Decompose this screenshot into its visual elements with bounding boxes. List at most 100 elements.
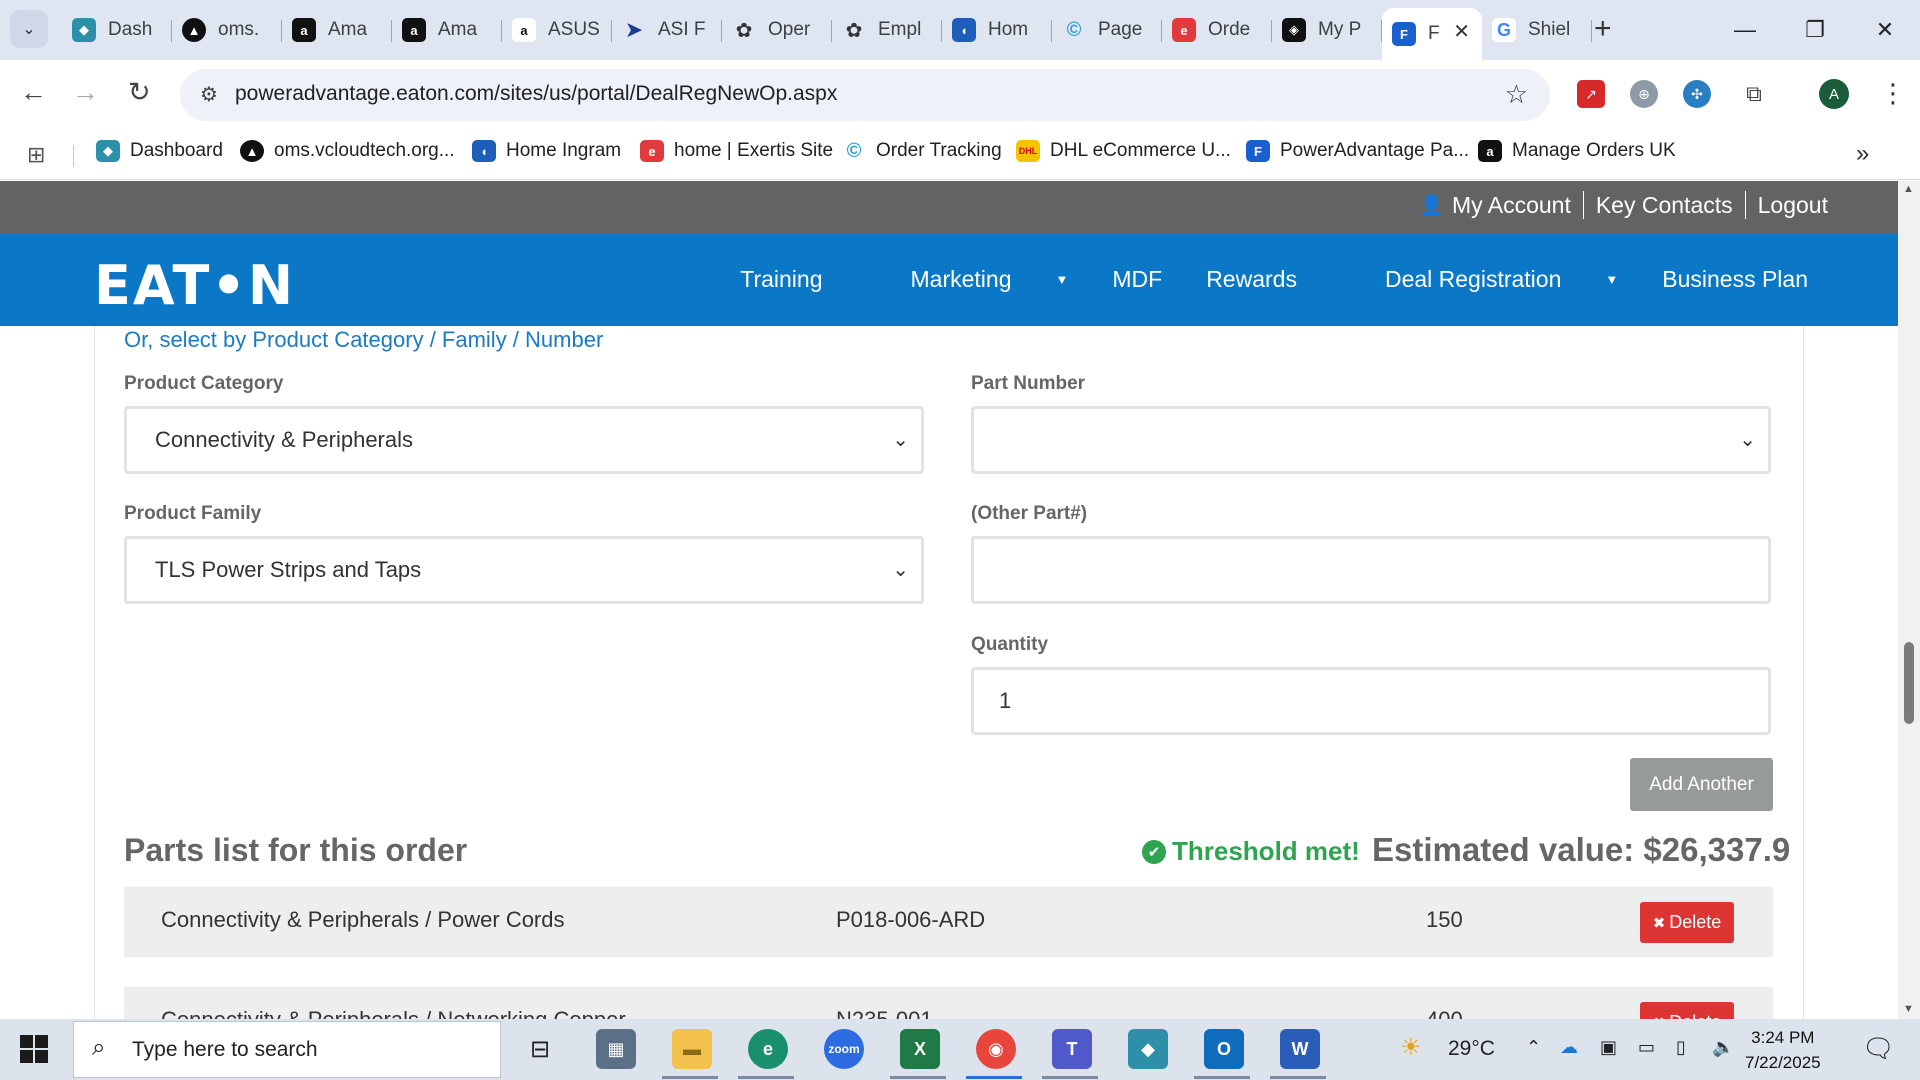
- menu-dots-icon[interactable]: ⋮: [1880, 78, 1906, 109]
- outlook-icon[interactable]: O: [1204, 1029, 1244, 1069]
- other-part-input[interactable]: [971, 536, 1771, 604]
- teams-icon[interactable]: T: [1052, 1029, 1092, 1069]
- tab-page[interactable]: © Page: [1052, 8, 1162, 52]
- chevron-down-icon: ⌄: [892, 559, 909, 581]
- tab-home-ingram[interactable]: ◖ Hom: [942, 8, 1052, 52]
- logout-link[interactable]: Logout: [1758, 192, 1828, 219]
- nav-rewards[interactable]: Rewards: [1206, 266, 1297, 293]
- tab-dashboard[interactable]: ◆ Dash: [62, 8, 172, 52]
- scroll-up-icon[interactable]: ▲: [1903, 183, 1914, 195]
- quantity-input[interactable]: 1: [971, 667, 1771, 735]
- tab-amazon-1[interactable]: a Ama: [282, 8, 392, 52]
- reload-icon[interactable]: ↻: [128, 77, 151, 108]
- chrome-icon[interactable]: ◉: [976, 1029, 1016, 1069]
- zoom-icon[interactable]: zoom: [824, 1029, 864, 1069]
- new-tab-plus-icon[interactable]: +: [1594, 12, 1612, 46]
- globe-extension-icon[interactable]: ⊕: [1630, 80, 1658, 108]
- eaton-logo[interactable]: EAT•N: [94, 254, 295, 317]
- delete-button[interactable]: ✖Delete: [1640, 902, 1734, 943]
- bookmark-exertis[interactable]: e home | Exertis Site: [640, 140, 833, 162]
- taskbar-search[interactable]: ⌕ Type here to search: [73, 1021, 501, 1078]
- nav-training[interactable]: Training: [740, 266, 822, 293]
- triangle-logo-icon: ▲: [240, 140, 264, 162]
- tab-my-p[interactable]: ◈ My P: [1272, 8, 1382, 52]
- nav-mdf[interactable]: MDF: [1112, 266, 1162, 293]
- battery-icon[interactable]: ▭: [1638, 1037, 1655, 1058]
- chevron-up-icon[interactable]: ⌃: [1526, 1037, 1541, 1058]
- temperature[interactable]: 29°C: [1448, 1037, 1495, 1061]
- divider: [1582, 191, 1584, 219]
- meet-now-icon[interactable]: ▣: [1600, 1037, 1617, 1058]
- notification-icon[interactable]: 🗨: [1862, 1033, 1895, 1064]
- tab-orders[interactable]: e Orde: [1162, 8, 1272, 52]
- tab-search-button[interactable]: ⌄: [10, 10, 48, 48]
- site-info-icon[interactable]: ⚙: [200, 82, 218, 107]
- onedrive-cloud-icon[interactable]: ☁: [1560, 1037, 1578, 1058]
- chevron-double-right-icon[interactable]: »: [1856, 140, 1869, 168]
- task-view-icon[interactable]: ⊟: [520, 1029, 560, 1069]
- tab-oms[interactable]: ▲ oms.: [172, 8, 282, 52]
- nav-business-plan[interactable]: Business Plan: [1662, 266, 1808, 293]
- my-account-link[interactable]: My Account: [1452, 192, 1571, 219]
- tab-openai-2[interactable]: ✿ Empl: [832, 8, 942, 52]
- weather-sun-icon[interactable]: ☀: [1400, 1033, 1422, 1062]
- calculator-icon[interactable]: ▦: [596, 1029, 636, 1069]
- forward-arrow-icon[interactable]: →: [72, 77, 99, 108]
- part-number-select[interactable]: ⌄: [971, 406, 1771, 474]
- close-window-icon[interactable]: ✕: [1850, 0, 1920, 60]
- windows-start-icon[interactable]: [20, 1035, 50, 1065]
- network-icon[interactable]: ▯: [1676, 1037, 1686, 1058]
- key-contacts-link[interactable]: Key Contacts: [1596, 192, 1733, 219]
- select-by-category-heading[interactable]: Or, select by Product Category / Family …: [124, 327, 603, 353]
- excel-icon[interactable]: X: [900, 1029, 940, 1069]
- bookmark-dhl[interactable]: DHL DHL eCommerce U...: [1016, 140, 1231, 162]
- scroll-down-icon[interactable]: ▼: [1903, 1003, 1914, 1015]
- amazon-icon: a: [1478, 140, 1502, 162]
- bookmark-manage-orders[interactable]: a Manage Orders UK: [1478, 140, 1676, 162]
- nav-marketing[interactable]: Marketing ▼: [867, 266, 1069, 293]
- tab-asi[interactable]: ➤ ASI F: [612, 8, 722, 52]
- quantity-value: 1: [999, 688, 1012, 713]
- restore-icon[interactable]: ❐: [1780, 0, 1850, 60]
- delete-button[interactable]: ✖Delete: [1640, 1002, 1734, 1019]
- tab-amazon-2[interactable]: a Ama: [392, 8, 502, 52]
- edge-browser-icon[interactable]: e: [748, 1029, 788, 1069]
- clock-time: 3:24 PM: [1751, 1028, 1815, 1047]
- tab-openai-1[interactable]: ✿ Oper: [722, 8, 832, 52]
- volume-icon[interactable]: 🔈: [1712, 1037, 1734, 1058]
- address-bar[interactable]: ⚙ poweradvantage.eaton.com/sites/us/port…: [180, 69, 1550, 121]
- tab-asus[interactable]: a ASUS: [502, 8, 612, 52]
- gem-app-icon[interactable]: ◆: [1128, 1029, 1168, 1069]
- minimize-icon[interactable]: —: [1710, 0, 1780, 60]
- bookmark-poweradvantage[interactable]: F PowerAdvantage Pa...: [1246, 140, 1469, 162]
- bookmark-order-tracking[interactable]: © Order Tracking: [842, 140, 1002, 162]
- system-clock[interactable]: 3:24 PM 7/22/2025: [1745, 1025, 1821, 1075]
- add-another-button[interactable]: Add Another: [1630, 758, 1773, 811]
- gem-icon: ◆: [72, 18, 96, 42]
- bookmark-star-icon[interactable]: ☆: [1505, 79, 1528, 110]
- apps-grid-icon[interactable]: ⊞: [27, 142, 45, 168]
- bookmark-home-ingram[interactable]: ◖ Home Ingram: [472, 140, 621, 162]
- scrollbar-thumb[interactable]: [1904, 642, 1914, 724]
- file-explorer-icon[interactable]: ▬: [672, 1029, 712, 1069]
- word-icon[interactable]: W: [1280, 1029, 1320, 1069]
- utility-bar: 👤 My Account Key Contacts Logout: [0, 181, 1898, 234]
- bookmark-dashboard[interactable]: ◆ Dashboard: [96, 140, 223, 162]
- tab-active-poweradvantage[interactable]: F F ✕: [1382, 8, 1482, 60]
- pinwheel-extension-icon[interactable]: ✣: [1683, 80, 1711, 108]
- product-category-select[interactable]: Connectivity & Peripherals ⌄: [124, 406, 924, 474]
- product-family-select[interactable]: TLS Power Strips and Taps ⌄: [124, 536, 924, 604]
- close-icon[interactable]: ✕: [1453, 19, 1470, 44]
- back-arrow-icon[interactable]: ←: [20, 77, 47, 108]
- tabs-row: ◆ Dash ▲ oms. a Ama a Ama a ASUS ➤ ASI F ✿ Oper…: [62, 8, 1592, 60]
- url-text[interactable]: poweradvantage.eaton.com/sites/us/portal…: [235, 82, 837, 106]
- bookmark-oms[interactable]: ▲ oms.vcloudtech.org...: [240, 140, 455, 162]
- part-number: P018-006-ARD: [836, 907, 986, 932]
- pdf-extension-icon[interactable]: ↗: [1577, 80, 1605, 108]
- profile-avatar[interactable]: A: [1819, 79, 1849, 109]
- ingram-icon: ◖: [952, 18, 976, 42]
- page-scrollbar[interactable]: ▲ ▼: [1898, 181, 1920, 1019]
- nav-deal-registration[interactable]: Deal Registration ▼: [1341, 266, 1618, 293]
- puzzle-extension-icon[interactable]: ⧉: [1740, 80, 1768, 108]
- tab-google-shield[interactable]: G Shiel: [1482, 8, 1592, 52]
